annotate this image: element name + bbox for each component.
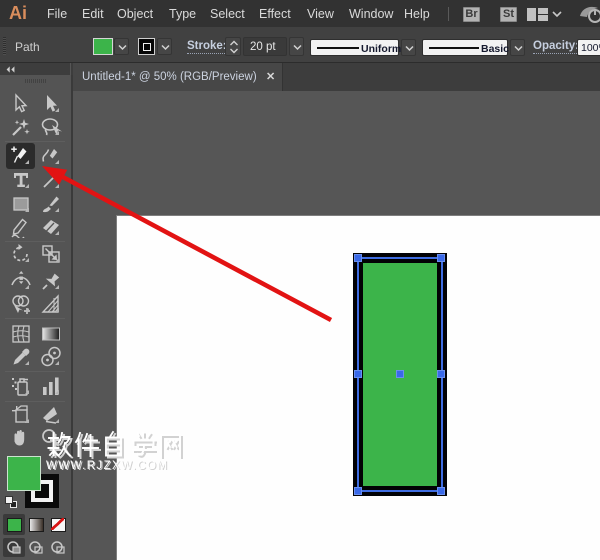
svg-text:WWW.RJZXW.COM: WWW.RJZXW.COM bbox=[46, 460, 168, 472]
